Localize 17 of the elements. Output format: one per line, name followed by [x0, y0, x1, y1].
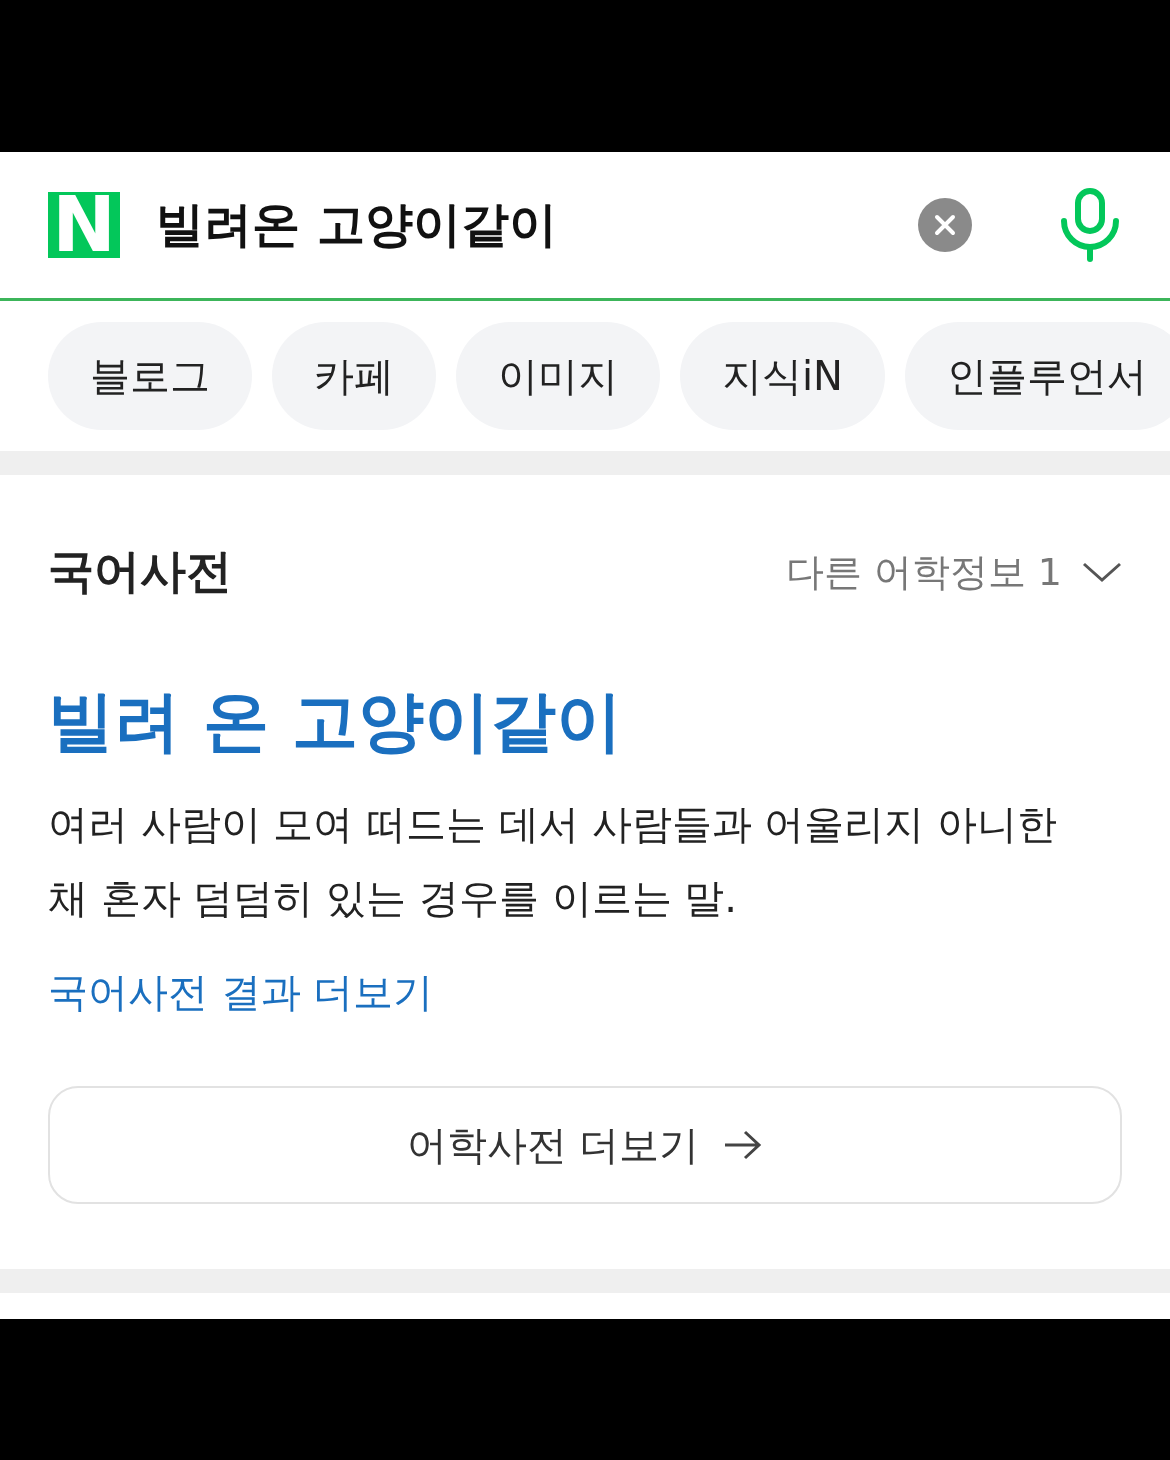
clear-button[interactable]: [918, 198, 972, 252]
close-icon: [934, 214, 956, 236]
category-tab[interactable]: 인플루언서: [905, 322, 1170, 430]
category-tab[interactable]: 카페: [272, 322, 436, 430]
category-tab[interactable]: 이미지: [456, 322, 660, 430]
more-dictionary-button[interactable]: 어학사전 더보기: [48, 1086, 1122, 1204]
other-info-dropdown[interactable]: 다른 어학정보 1: [785, 546, 1122, 598]
search-field[interactable]: 빌려온 고양이같이: [156, 193, 882, 257]
arrow-right-icon: [723, 1128, 764, 1162]
definition: 여러 사람이 모여 떠드는 데서 사람들과 어울리지 아니한 채 혼자 덤덤히 있는 경우를 이르는 말.: [48, 800, 1058, 923]
chevron-down-icon: [1082, 560, 1122, 584]
section-title: 국어사전: [48, 543, 232, 600]
microphone-icon[interactable]: [1058, 187, 1122, 263]
category-tab[interactable]: 블로그: [48, 322, 252, 430]
more-results-link[interactable]: 국어사전 결과 더보기: [48, 965, 434, 1020]
category-tab[interactable]: 지식iN: [680, 322, 886, 430]
headword[interactable]: 빌려 온 고양이같이: [48, 677, 1122, 767]
